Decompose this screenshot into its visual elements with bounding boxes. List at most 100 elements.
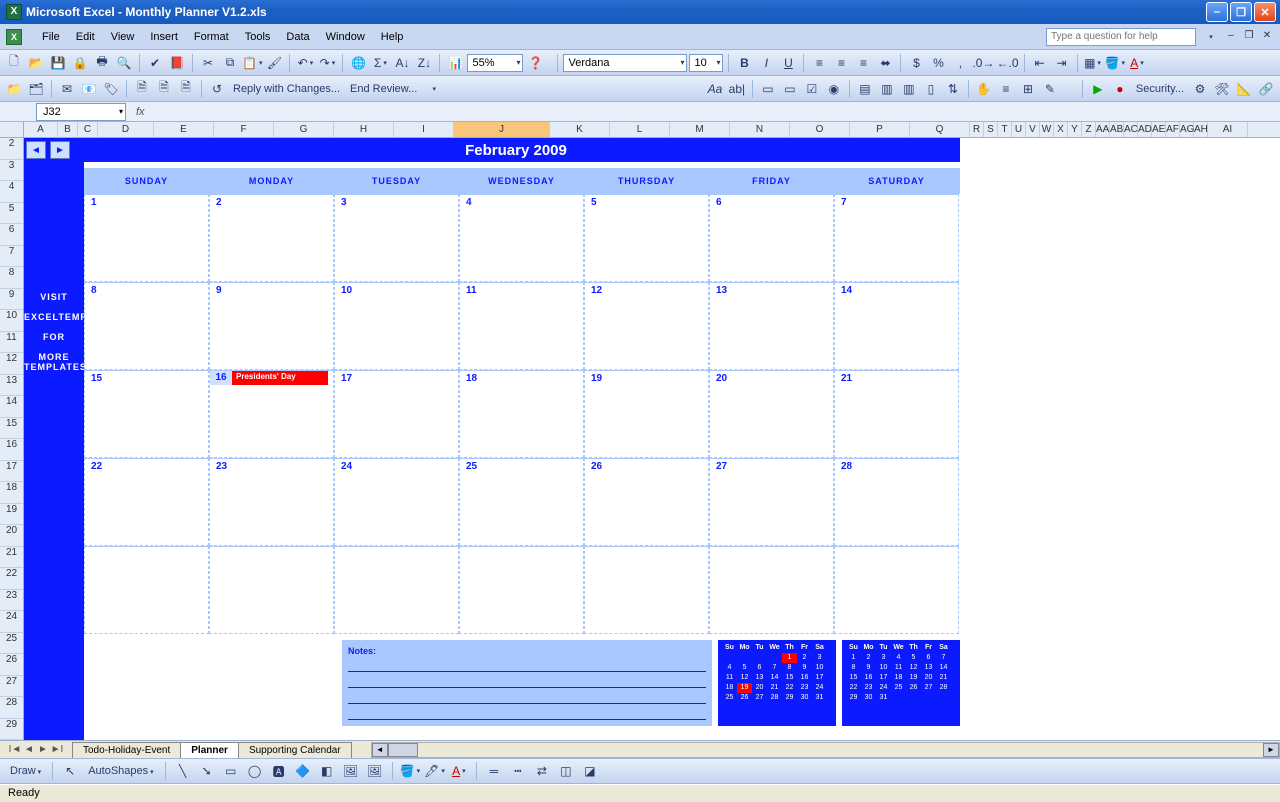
shadow-icon[interactable]: ◫ (556, 761, 576, 781)
tab-prev-icon[interactable]: ◄ (22, 744, 36, 755)
spelling-icon[interactable]: ✔ (145, 53, 165, 73)
minimize-button[interactable]: ‒ (1206, 2, 1228, 22)
menu-insert[interactable]: Insert (142, 27, 186, 47)
undo-icon[interactable]: ↶ (295, 53, 315, 73)
day-cell[interactable] (84, 546, 209, 634)
sheet-tab[interactable]: Planner (180, 742, 239, 758)
worksheet-area[interactable]: 2345678910111213141516171819202122232425… (0, 138, 1280, 740)
col-header[interactable]: T (998, 122, 1012, 137)
hyperlink-icon[interactable]: 🌐 (348, 53, 368, 73)
prev-month-button[interactable]: ◄ (26, 141, 46, 159)
bold-icon[interactable]: B (734, 53, 754, 73)
day-cell[interactable]: 18 (459, 370, 584, 458)
col-header[interactable]: W (1040, 122, 1054, 137)
select-objects-icon[interactable]: ↖ (60, 761, 80, 781)
help-icon[interactable]: ❓ (525, 53, 545, 73)
help-search-input[interactable] (1046, 28, 1196, 46)
select-all-corner[interactable] (0, 122, 24, 137)
currency-icon[interactable]: $ (906, 53, 926, 73)
wordart-icon[interactable]: 🔷 (293, 761, 313, 781)
day-cell[interactable]: 10 (334, 282, 459, 370)
props-icon[interactable]: ✋ (974, 79, 994, 99)
font-color-icon[interactable]: A (1127, 53, 1147, 73)
open-doc-icon[interactable]: 🗂 (26, 79, 46, 99)
day-cell[interactable]: 1 (84, 194, 209, 282)
row-header[interactable]: 6 (0, 224, 23, 246)
align-left-icon[interactable]: ≡ (809, 53, 829, 73)
day-cell[interactable]: 21 (834, 370, 959, 458)
day-cell[interactable]: 13 (709, 282, 834, 370)
new-folder-icon[interactable]: 📁 (4, 79, 24, 99)
print-icon[interactable]: 🖶 (92, 53, 112, 73)
col-header[interactable]: Q (910, 122, 970, 137)
row-header[interactable]: 9 (0, 289, 23, 311)
arrow-icon[interactable]: ➘ (197, 761, 217, 781)
day-cell[interactable] (709, 546, 834, 634)
col-header[interactable]: Y (1068, 122, 1082, 137)
day-cell[interactable]: 27 (709, 458, 834, 546)
scroll-thumb[interactable] (388, 743, 418, 757)
oval-icon[interactable]: ◯ (245, 761, 265, 781)
autoshapes-menu[interactable]: AutoShapes (84, 765, 157, 777)
col-header[interactable]: B (58, 122, 78, 137)
row-header[interactable]: 10 (0, 310, 23, 332)
col-header[interactable]: C (78, 122, 98, 137)
day-cell[interactable]: 22 (84, 458, 209, 546)
row-header[interactable]: 2 (0, 138, 23, 160)
line-color-icon[interactable]: 🖊 (424, 761, 445, 781)
vba-icon[interactable]: ⚙ (1190, 79, 1210, 99)
row-header[interactable]: 16 (0, 439, 23, 461)
col-header[interactable]: V (1026, 122, 1040, 137)
percent-icon[interactable]: % (928, 53, 948, 73)
scroll-left-icon[interactable]: ◄ (372, 743, 388, 757)
day-cell[interactable]: 2 (209, 194, 334, 282)
col-header[interactable]: AE (1152, 122, 1166, 137)
end-review-button[interactable]: End Review... (346, 83, 421, 95)
next-month-button[interactable]: ► (50, 141, 70, 159)
accept-changes-icon[interactable]: ↺ (207, 79, 227, 99)
col-header[interactable]: S (984, 122, 998, 137)
col-header[interactable]: P (850, 122, 910, 137)
doc3-icon[interactable]: 🗎 (176, 79, 196, 99)
row-header[interactable]: 8 (0, 267, 23, 289)
textbox-ab-icon[interactable]: ab| (727, 79, 747, 99)
line-style-icon[interactable]: ═ (484, 761, 504, 781)
diagram-icon[interactable]: ◧ (317, 761, 337, 781)
arrow-style-icon[interactable]: ⇄ (532, 761, 552, 781)
code-icon[interactable]: ≡ (996, 79, 1016, 99)
day-cell[interactable]: 9 (209, 282, 334, 370)
menu-file[interactable]: File (34, 27, 68, 47)
inc-decimal-icon[interactable]: .0→ (972, 53, 994, 73)
row-header[interactable]: 17 (0, 461, 23, 483)
merge-center-icon[interactable]: ⬌ (875, 53, 895, 73)
row-header[interactable]: 19 (0, 504, 23, 526)
day-cell[interactable]: 11 (459, 282, 584, 370)
research-icon[interactable]: 📕 (167, 53, 187, 73)
doc2-icon[interactable]: 🗎 (154, 79, 174, 99)
col-header[interactable]: N (730, 122, 790, 137)
col-header[interactable]: AA (1096, 122, 1110, 137)
col-header[interactable]: X (1054, 122, 1068, 137)
row-header[interactable]: 26 (0, 654, 23, 676)
day-cell[interactable]: 19 (584, 370, 709, 458)
row-header[interactable]: 20 (0, 525, 23, 547)
new-icon[interactable]: 🗋 (4, 53, 24, 73)
underline-icon[interactable]: U (778, 53, 798, 73)
tab-last-icon[interactable]: ►I (50, 744, 64, 755)
day-cell[interactable]: 23 (209, 458, 334, 546)
col-header[interactable]: Z (1082, 122, 1096, 137)
sort-asc-icon[interactable]: A↓ (392, 53, 412, 73)
col-header[interactable]: AF (1166, 122, 1180, 137)
reply-changes-button[interactable]: Reply with Changes... (229, 83, 344, 95)
align-center-icon[interactable]: ≡ (831, 53, 851, 73)
row-header[interactable]: 27 (0, 676, 23, 698)
workbook-icon[interactable]: X (6, 29, 22, 45)
day-cell[interactable]: 17 (334, 370, 459, 458)
fill-color2-icon[interactable]: 🪣 (400, 761, 420, 781)
tools1-icon[interactable]: 🛠 (1212, 79, 1232, 99)
row-header[interactable]: 25 (0, 633, 23, 655)
fx-label[interactable]: fx (136, 106, 145, 118)
col-header[interactable]: I (394, 122, 454, 137)
day-cell[interactable] (584, 546, 709, 634)
line-icon[interactable]: ╲ (173, 761, 193, 781)
